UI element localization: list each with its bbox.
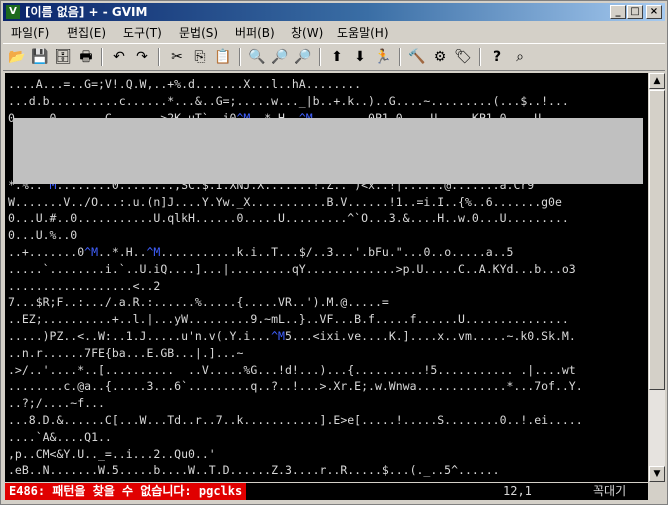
close-button[interactable]: ×: [646, 5, 662, 19]
tag-jump-icon[interactable]: 🏷: [453, 47, 473, 67]
menu-edit[interactable]: 편집(E): [67, 24, 106, 41]
editor-line: ..................<..2: [8, 278, 161, 293]
editor-line: ...8.D.&......C[...W...Td..r..7..k......…: [8, 413, 583, 427]
editor-line: ........c.@a..{.....3...6`.........q..?.…: [8, 379, 583, 394]
vertical-scrollbar[interactable]: ▲ ▼: [649, 73, 665, 482]
toolbar-separator: [319, 48, 321, 66]
help-icon[interactable]: ?: [487, 47, 507, 67]
cursor-position: 12,1: [503, 484, 532, 498]
editor-line: .eB..N.......W.5.....b....W..T.D......Z.…: [8, 463, 500, 478]
save-icon[interactable]: 💾: [30, 47, 50, 67]
minimize-button[interactable]: _: [610, 5, 626, 19]
cut-icon[interactable]: ✂: [167, 47, 187, 67]
toolbar-separator: [479, 48, 481, 66]
find-prev-icon[interactable]: 🔎: [293, 47, 313, 67]
editor-line: 0...U.%..0: [8, 228, 78, 243]
scroll-percent: 꼭대기: [593, 484, 627, 498]
editor-line: 0...U.#..0...........U.qlkH......0.....U…: [8, 211, 569, 226]
run-script-icon[interactable]: 🏃: [373, 47, 393, 67]
save-session-icon[interactable]: ⬇: [350, 47, 370, 67]
editor-line: ..+.......0^M..*.H..^M...........k.i..T.…: [8, 245, 514, 259]
title-bar[interactable]: V [이름 없음] + - GVIM _ □ ×: [3, 3, 665, 21]
menu-help[interactable]: 도움말(H): [337, 24, 389, 41]
undo-icon[interactable]: ↶: [109, 47, 129, 67]
editor-line: ..?;/....~f...: [8, 396, 105, 411]
toolbar-separator: [101, 48, 103, 66]
make-icon[interactable]: 🔨: [407, 47, 427, 67]
toolbar-separator: [239, 48, 241, 66]
redacted-region: [13, 118, 643, 184]
editor-line: ..n.r......7FE{ba...E.GB...|.]...~: [8, 345, 244, 360]
window-title: [이름 없음] + - GVIM: [25, 5, 148, 19]
menu-window[interactable]: 창(W): [291, 24, 323, 41]
vim-icon[interactable]: V: [6, 5, 20, 19]
paste-icon[interactable]: 📋: [213, 47, 233, 67]
save-all-icon[interactable]: 🗄: [53, 47, 73, 67]
scroll-down-icon[interactable]: ▼: [649, 466, 665, 482]
editor-line: ,p..CM<&Y.U.._=..i...2..Qu0..': [8, 446, 216, 461]
scroll-up-icon[interactable]: ▲: [649, 73, 665, 89]
gvim-window: V [이름 없음] + - GVIM _ □ × 파일(F) 편집(E) 도구(…: [0, 0, 668, 505]
find-replace-icon[interactable]: 🔍: [247, 47, 267, 67]
editor-line: W.......V../O...:.u.(n]J....Y.Yw._X.....…: [8, 194, 562, 209]
redo-icon[interactable]: ↷: [132, 47, 152, 67]
menu-syntax[interactable]: 문법(S): [179, 24, 218, 41]
toolbar: 📂 💾 🗄 🖶 ↶ ↷ ✂ ⎘ 📋 🔍 🔎 🔎 ⬆ ⬇ 🏃 🔨 ⚙ 🏷 ? ⌕: [3, 43, 665, 71]
editor-line: .....`........i.`..U.iQ....]...|........…: [8, 261, 576, 276]
menu-bar: 파일(F) 편집(E) 도구(T) 문법(S) 버퍼(B) 창(W) 도움말(H…: [3, 22, 665, 41]
open-icon[interactable]: 📂: [7, 47, 27, 67]
find-next-icon[interactable]: 🔎: [270, 47, 290, 67]
shell-icon[interactable]: ⚙: [430, 47, 450, 67]
editor-line: .>/..'....*..[.......... ..V.....%G...!d…: [8, 362, 576, 377]
error-message: E486: 패턴을 찾을 수 없습니다: pgclks: [5, 483, 247, 500]
scroll-thumb[interactable]: [649, 90, 665, 390]
menu-tools[interactable]: 도구(T): [123, 24, 162, 41]
copy-icon[interactable]: ⎘: [190, 47, 210, 67]
load-session-icon[interactable]: ⬆: [327, 47, 347, 67]
command-line[interactable]: E486: 패턴을 찾을 수 없습니다: pgclks 12,1 꼭대기: [5, 483, 648, 500]
editor-line: ..EZ;..........+..l.|...yW.........9.~mL…: [8, 312, 569, 327]
size-grip[interactable]: [649, 483, 665, 500]
toolbar-separator: [399, 48, 401, 66]
editor-line: ...d.b..........c......*...&..G=;.....w.…: [8, 93, 569, 108]
print-icon[interactable]: 🖶: [76, 47, 96, 67]
help-search-icon[interactable]: ⌕: [510, 47, 530, 67]
editor-line: .....)PZ..<..W:..1.J.....u'n.v(.Y.i...^M…: [8, 329, 576, 343]
menu-file[interactable]: 파일(F): [11, 24, 49, 41]
menu-buffers[interactable]: 버퍼(B): [235, 24, 275, 41]
maximize-button[interactable]: □: [627, 5, 643, 19]
editor-line: ....`A&....Q1..: [8, 429, 112, 444]
editor-line: ....A...=..G=;V!.Q.W,..+%.d.......X...l.…: [8, 77, 362, 91]
editor-line: 7...$R;F..:.../.a.R.:......%.....{.....V…: [8, 295, 389, 310]
toolbar-separator: [158, 48, 160, 66]
